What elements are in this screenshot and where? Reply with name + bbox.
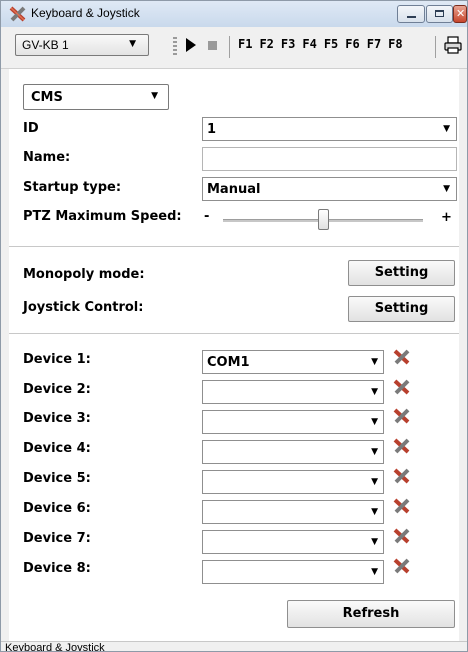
device-5-select[interactable]: ▼ bbox=[202, 470, 384, 494]
device-1-label: Device 1: bbox=[23, 352, 91, 367]
device-8-label: Device 8: bbox=[23, 561, 91, 576]
divider bbox=[9, 333, 459, 334]
device-5-status-icon bbox=[393, 468, 410, 484]
joystick-setting-button[interactable]: Setting bbox=[348, 296, 455, 322]
name-field[interactable] bbox=[202, 147, 457, 171]
device-2-select[interactable]: ▼ bbox=[202, 380, 384, 404]
mode-select-value: CMS bbox=[31, 90, 63, 105]
device-2-status-icon bbox=[393, 379, 410, 395]
keyboard-select-value: GV-KB 1 bbox=[22, 38, 69, 52]
play-icon[interactable] bbox=[186, 38, 196, 52]
device-6-select[interactable]: ▼ bbox=[202, 500, 384, 524]
ptz-speed-slider-thumb[interactable] bbox=[317, 209, 329, 230]
toolbar: GV-KB 1 ▼ F1 F2 F3 F4 F5 F6 F7 F8 bbox=[1, 27, 467, 69]
keyboard-joystick-window: Keyboard & Joystick ✕ GV-KB 1 ▼ F1 F2 F3… bbox=[0, 0, 468, 652]
toolbar-grip[interactable] bbox=[173, 37, 177, 57]
device-3-select[interactable]: ▼ bbox=[202, 410, 384, 434]
device-1-value: COM1 bbox=[207, 355, 250, 370]
ptz-speed-min-label: - bbox=[204, 209, 210, 224]
f7-button[interactable]: F7 bbox=[367, 37, 381, 51]
toolbar-separator bbox=[435, 36, 436, 58]
ptz-speed-label: PTZ Maximum Speed: bbox=[23, 209, 182, 224]
ptz-speed-max-label: + bbox=[441, 210, 452, 225]
close-icon: ✕ bbox=[456, 7, 466, 20]
device-4-label: Device 4: bbox=[23, 441, 91, 456]
device-7-status-icon bbox=[393, 528, 410, 544]
minimize-icon bbox=[407, 16, 416, 18]
print-icon[interactable] bbox=[443, 35, 463, 55]
f4-button[interactable]: F4 bbox=[302, 37, 316, 51]
status-text: Keyboard & Joystick bbox=[5, 642, 105, 652]
startup-type-label: Startup type: bbox=[23, 180, 122, 195]
settings-panel: CMS ▼ ID 1 ▼ Name: Startup type: Manual … bbox=[9, 69, 459, 641]
chevron-down-icon: ▼ bbox=[371, 447, 378, 457]
window-title: Keyboard & Joystick bbox=[31, 6, 140, 20]
function-keys: F1 F2 F3 F4 F5 F6 F7 F8 bbox=[238, 37, 410, 51]
chevron-down-icon: ▼ bbox=[151, 91, 158, 101]
chevron-down-icon: ▼ bbox=[371, 387, 378, 397]
monopoly-setting-button[interactable]: Setting bbox=[348, 260, 455, 286]
startup-type-value: Manual bbox=[207, 182, 261, 197]
chevron-down-icon: ▼ bbox=[129, 39, 136, 49]
maximize-icon bbox=[435, 10, 444, 17]
stop-icon[interactable] bbox=[208, 41, 217, 50]
keyboard-joystick-app-icon bbox=[9, 6, 26, 22]
joystick-control-label: Joystick Control: bbox=[23, 300, 144, 315]
f5-button[interactable]: F5 bbox=[324, 37, 338, 51]
device-3-status-icon bbox=[393, 408, 410, 424]
close-button[interactable]: ✕ bbox=[453, 5, 467, 23]
toolbar-separator bbox=[229, 36, 230, 58]
id-label: ID bbox=[23, 121, 39, 136]
device-1-select[interactable]: COM1 ▼ bbox=[202, 350, 384, 374]
chevron-down-icon: ▼ bbox=[371, 477, 378, 487]
startup-type-select[interactable]: Manual ▼ bbox=[202, 177, 457, 201]
chevron-down-icon: ▼ bbox=[371, 537, 378, 547]
chevron-down-icon: ▼ bbox=[443, 124, 450, 134]
f1-button[interactable]: F1 bbox=[238, 37, 252, 51]
keyboard-select[interactable]: GV-KB 1 ▼ bbox=[15, 34, 149, 56]
name-label: Name: bbox=[23, 150, 71, 165]
maximize-button[interactable] bbox=[426, 5, 453, 23]
refresh-button[interactable]: Refresh bbox=[287, 600, 455, 628]
divider bbox=[9, 246, 459, 247]
device-5-label: Device 5: bbox=[23, 471, 91, 486]
id-select-value: 1 bbox=[207, 122, 217, 137]
status-bar: Keyboard & Joystick bbox=[1, 641, 467, 652]
device-4-select[interactable]: ▼ bbox=[202, 440, 384, 464]
minimize-button[interactable] bbox=[397, 5, 425, 23]
device-1-status-icon bbox=[393, 349, 410, 365]
device-6-label: Device 6: bbox=[23, 501, 91, 516]
monopoly-mode-label: Monopoly mode: bbox=[23, 267, 145, 282]
chevron-down-icon: ▼ bbox=[443, 184, 450, 194]
device-7-select[interactable]: ▼ bbox=[202, 530, 384, 554]
f8-button[interactable]: F8 bbox=[388, 37, 402, 51]
title-bar: Keyboard & Joystick ✕ bbox=[1, 1, 467, 27]
device-8-select[interactable]: ▼ bbox=[202, 560, 384, 584]
chevron-down-icon: ▼ bbox=[371, 417, 378, 427]
device-6-status-icon bbox=[393, 498, 410, 514]
f3-button[interactable]: F3 bbox=[281, 37, 295, 51]
device-8-status-icon bbox=[393, 558, 410, 574]
device-2-label: Device 2: bbox=[23, 382, 91, 397]
chevron-down-icon: ▼ bbox=[371, 567, 378, 577]
device-3-label: Device 3: bbox=[23, 411, 91, 426]
chevron-down-icon: ▼ bbox=[371, 357, 378, 367]
id-select[interactable]: 1 ▼ bbox=[202, 117, 457, 141]
device-7-label: Device 7: bbox=[23, 531, 91, 546]
mode-select[interactable]: CMS ▼ bbox=[23, 84, 169, 110]
device-4-status-icon bbox=[393, 438, 410, 454]
f6-button[interactable]: F6 bbox=[345, 37, 359, 51]
chevron-down-icon: ▼ bbox=[371, 507, 378, 517]
f2-button[interactable]: F2 bbox=[259, 37, 273, 51]
